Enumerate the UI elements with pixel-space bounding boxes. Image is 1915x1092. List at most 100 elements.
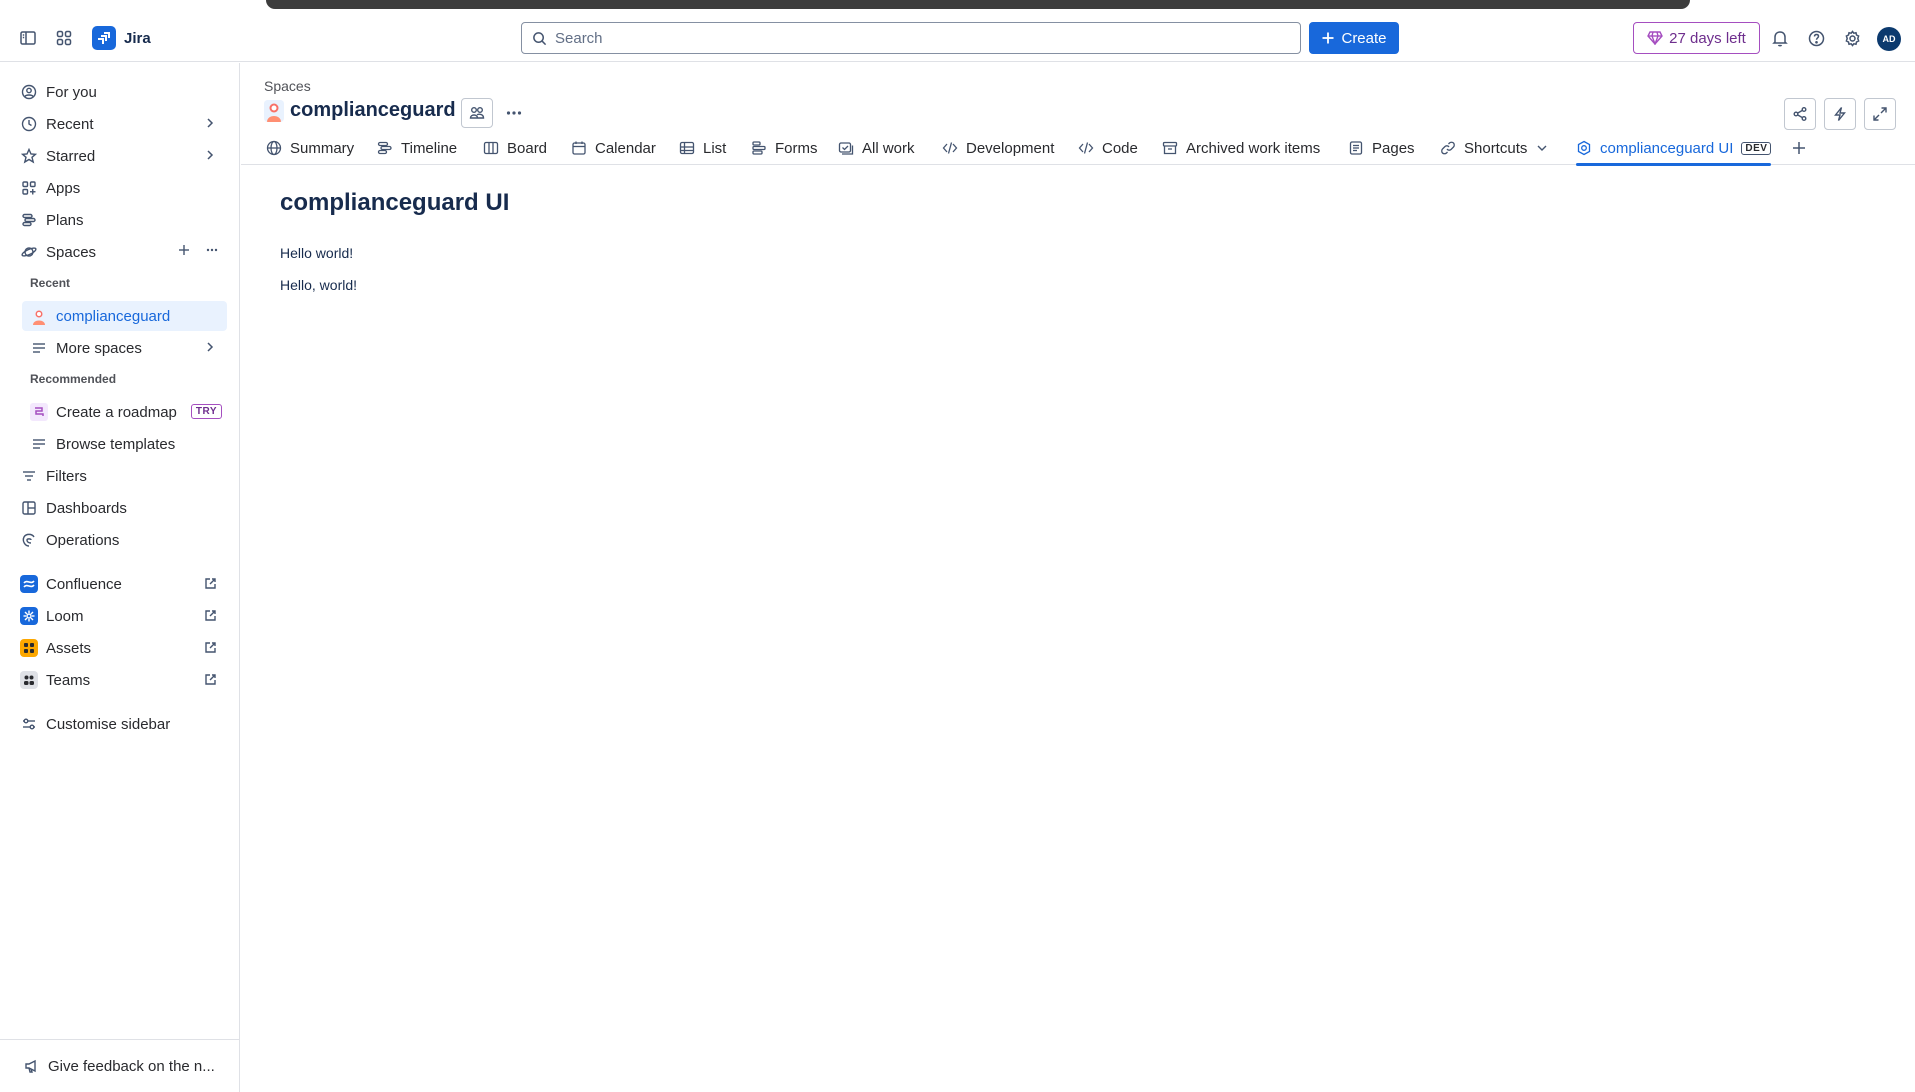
tab-archived-work-items[interactable]: Archived work items bbox=[1162, 131, 1320, 165]
automation-button[interactable] bbox=[1824, 98, 1856, 130]
sidebar-item-label: For you bbox=[46, 83, 97, 101]
sidebar-item-confluence[interactable]: Confluence bbox=[12, 569, 227, 599]
tab-calendar[interactable]: Calendar bbox=[571, 131, 656, 165]
sidebar-item-assets[interactable]: Assets bbox=[12, 633, 227, 663]
tab-label: Forms bbox=[775, 139, 818, 157]
teams-icon bbox=[20, 671, 38, 689]
sidebar-item-apps[interactable]: Apps bbox=[12, 173, 227, 203]
settings-gear-icon[interactable] bbox=[1838, 24, 1866, 52]
people-button[interactable] bbox=[461, 98, 493, 128]
filter-icon bbox=[20, 467, 38, 485]
tab-board[interactable]: Board bbox=[483, 131, 547, 165]
tab-label: All work bbox=[862, 139, 915, 157]
pages-icon bbox=[1348, 140, 1364, 156]
tab-code[interactable]: Code bbox=[1078, 131, 1138, 165]
sidebar: For you Recent Starred Apps Plans Spaces… bbox=[0, 63, 240, 1092]
tab-label: Archived work items bbox=[1186, 139, 1321, 157]
sidebar-item-create-roadmap[interactable]: Create a roadmap TRY bbox=[22, 397, 227, 427]
tab-label: Shortcuts bbox=[1464, 139, 1528, 157]
tab-development[interactable]: Development bbox=[942, 131, 1054, 165]
sidebar-item-label: Dashboards bbox=[46, 499, 127, 517]
sidebar-item-plans[interactable]: Plans bbox=[12, 205, 227, 235]
browser-bar bbox=[266, 0, 1690, 9]
help-icon[interactable] bbox=[1802, 24, 1830, 52]
tab-list[interactable]: List bbox=[679, 131, 726, 165]
chevron-right-icon[interactable] bbox=[203, 148, 217, 162]
add-tab-button[interactable] bbox=[1791, 131, 1807, 165]
app-switcher-icon[interactable] bbox=[50, 24, 78, 52]
sidebar-toggle-icon[interactable] bbox=[14, 24, 42, 52]
feedback-button[interactable]: Give feedback on the n... bbox=[0, 1039, 240, 1092]
list-lines-icon bbox=[30, 435, 48, 453]
chevron-right-icon[interactable] bbox=[203, 116, 217, 130]
sidebar-item-dashboards[interactable]: Dashboards bbox=[12, 493, 227, 523]
tab-forms[interactable]: Forms bbox=[751, 131, 818, 165]
tab-all-work[interactable]: All work bbox=[838, 131, 915, 165]
customise-sliders-icon bbox=[20, 715, 38, 733]
breadcrumb[interactable]: Spaces bbox=[264, 78, 311, 94]
jira-logo[interactable]: Jira bbox=[92, 26, 151, 50]
board-icon bbox=[483, 140, 499, 156]
tab-label: Timeline bbox=[401, 139, 458, 157]
plus-icon bbox=[1321, 31, 1335, 45]
sidebar-item-complianceguard[interactable]: complianceguard bbox=[22, 301, 227, 331]
paragraph-2: Hello, world! bbox=[280, 277, 358, 293]
list-icon bbox=[679, 140, 695, 156]
development-icon bbox=[942, 140, 958, 156]
tab-label: Calendar bbox=[595, 139, 656, 157]
fullscreen-button[interactable] bbox=[1864, 98, 1896, 130]
more-actions-icon[interactable] bbox=[499, 98, 529, 128]
sidebar-item-for-you[interactable]: For you bbox=[12, 77, 227, 107]
dashboard-icon bbox=[20, 499, 38, 517]
sidebar-item-label: Browse templates bbox=[56, 435, 176, 453]
sidebar-item-spaces[interactable]: Spaces bbox=[12, 237, 227, 267]
sidebar-item-label: Customise sidebar bbox=[46, 715, 171, 733]
tab-pages[interactable]: Pages bbox=[1348, 131, 1415, 165]
notifications-icon[interactable] bbox=[1766, 24, 1794, 52]
create-button[interactable]: Create bbox=[1309, 22, 1399, 54]
sidebar-item-label: Teams bbox=[46, 671, 91, 689]
tab-complianceguard-ui[interactable]: complianceguard UI DEV bbox=[1576, 131, 1772, 166]
user-avatar[interactable]: AD bbox=[1877, 27, 1901, 51]
external-link-icon[interactable] bbox=[204, 641, 217, 654]
chevron-down-icon[interactable] bbox=[1535, 141, 1549, 155]
sidebar-item-more-spaces[interactable]: More spaces bbox=[22, 333, 227, 363]
page-heading: complianceguard UI bbox=[280, 189, 510, 216]
paragraph-1: Hello world! bbox=[280, 245, 354, 261]
external-link-icon[interactable] bbox=[204, 609, 217, 622]
assets-icon bbox=[20, 639, 38, 657]
plans-icon bbox=[20, 211, 38, 229]
sidebar-item-filters[interactable]: Filters bbox=[12, 461, 227, 491]
calendar-icon bbox=[571, 140, 587, 156]
chevron-right-icon[interactable] bbox=[203, 340, 217, 354]
share-button[interactable] bbox=[1784, 98, 1816, 130]
top-navigation: Jira Create 27 days left AD bbox=[0, 10, 1915, 62]
megaphone-icon bbox=[24, 1058, 40, 1074]
external-link-icon[interactable] bbox=[204, 577, 217, 590]
sidebar-item-recent[interactable]: Recent bbox=[12, 109, 227, 139]
create-button-label: Create bbox=[1341, 29, 1387, 47]
tab-timeline[interactable]: Timeline bbox=[377, 131, 457, 165]
tab-shortcuts[interactable]: Shortcuts bbox=[1440, 131, 1549, 165]
sidebar-item-browse-templates[interactable]: Browse templates bbox=[22, 429, 227, 459]
sidebar-item-teams[interactable]: Teams bbox=[12, 665, 227, 695]
tab-summary[interactable]: Summary bbox=[266, 131, 354, 165]
spaces-more-icon[interactable] bbox=[205, 243, 219, 257]
sidebar-item-starred[interactable]: Starred bbox=[12, 141, 227, 171]
search-bar[interactable] bbox=[521, 22, 1301, 54]
space-name: complianceguard bbox=[290, 99, 456, 121]
search-input[interactable] bbox=[555, 29, 1275, 47]
add-space-plus-icon[interactable] bbox=[177, 243, 191, 257]
tab-label: List bbox=[703, 139, 727, 157]
sidebar-item-label: complianceguard bbox=[56, 307, 171, 325]
dev-badge: DEV bbox=[1741, 141, 1772, 155]
timeline-icon bbox=[377, 140, 393, 156]
trial-button[interactable]: 27 days left bbox=[1633, 22, 1760, 54]
sidebar-item-operations[interactable]: Operations bbox=[12, 525, 227, 555]
gem-icon bbox=[1647, 31, 1663, 45]
sidebar-item-customise[interactable]: Customise sidebar bbox=[12, 709, 227, 739]
loom-icon bbox=[20, 607, 38, 625]
sidebar-item-loom[interactable]: Loom bbox=[12, 601, 227, 631]
confluence-icon bbox=[20, 575, 38, 593]
external-link-icon[interactable] bbox=[204, 673, 217, 686]
